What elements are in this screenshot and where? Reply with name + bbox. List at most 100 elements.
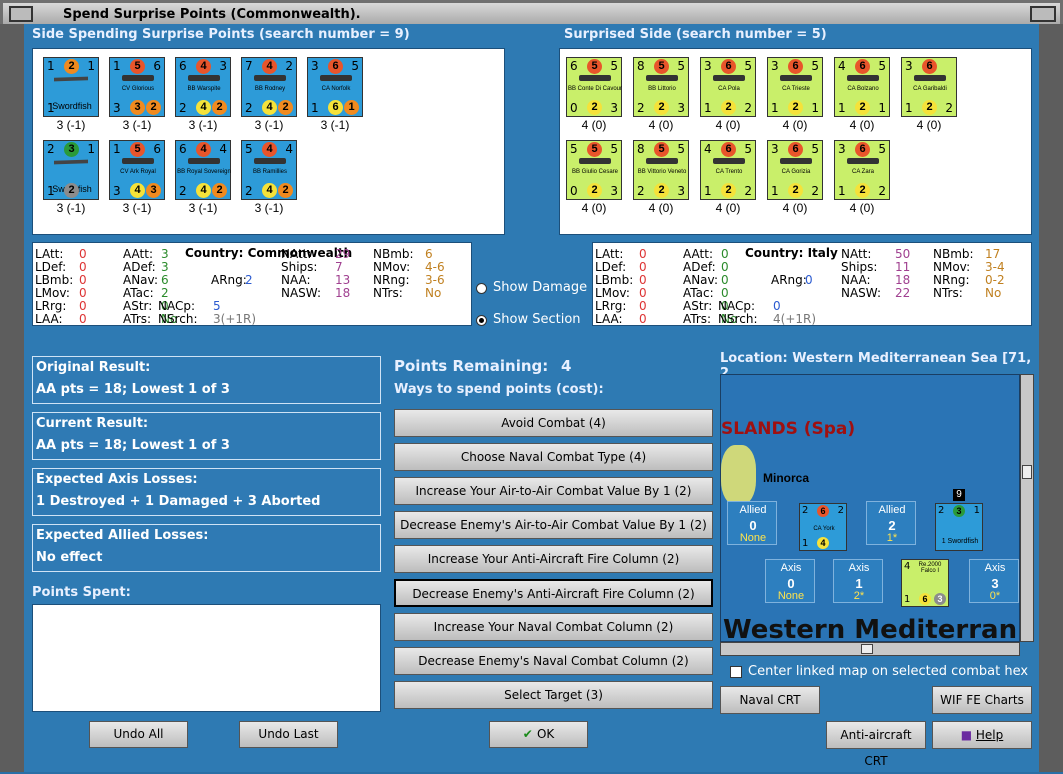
show-section-label: Show Section xyxy=(493,312,581,327)
stat-label: NMov: xyxy=(373,260,411,274)
right_panel-unit[interactable]: 4 6 5 CA Bolzano 1 2 1 xyxy=(834,57,890,117)
left_panel-unit[interactable]: 1 5 6 CV Ark Royal 3 4 3 xyxy=(109,140,165,200)
spend-option-button[interactable]: Decrease Enemy's Naval Combat Column (2) xyxy=(394,647,713,675)
map-unit-re2000[interactable]: 4 Re.2000 Falco I 1 6 3 xyxy=(901,559,949,607)
unit-br: 3 xyxy=(610,101,618,115)
unit-attack: 6 xyxy=(570,59,578,73)
right_panel-unit[interactable]: 3 6 5 CA Zara 1 2 2 xyxy=(834,140,890,200)
stat-label: LDef: xyxy=(595,260,627,274)
stat-value: 0 xyxy=(721,286,729,300)
stat-label: NASW: xyxy=(841,286,882,300)
spend-option-button[interactable]: Select Target (3) xyxy=(394,681,713,709)
stack-count-badge: 9 xyxy=(953,489,965,501)
ok-button[interactable]: ✔ OK xyxy=(489,721,588,748)
unit-bm-circle: 4 xyxy=(130,183,145,198)
right_panel-unit[interactable]: 5 5 5 BB Giulio Cesare 0 2 3 xyxy=(566,140,622,200)
axis-hex-1[interactable]: Axis 0 None xyxy=(765,559,815,603)
right_panel-unit[interactable]: 3 6 5 CA Pola 1 2 2 xyxy=(700,57,756,117)
spend-option-button[interactable]: Choose Naval Combat Type (4) xyxy=(394,443,713,471)
left_panel-unit[interactable]: 1 2 1 Swordfish 1 xyxy=(43,57,99,117)
stat-value: No xyxy=(985,286,1002,300)
fe-charts-button[interactable]: WIF FE Charts xyxy=(932,686,1032,714)
show-damage-radio[interactable] xyxy=(476,283,487,294)
right_panel-unit[interactable]: 4 6 5 CA Trento 1 2 2 xyxy=(700,140,756,200)
right_panel-unit[interactable]: 8 5 5 BB Vittorio Veneto 2 2 3 xyxy=(633,140,689,200)
unit-speed: 5 xyxy=(351,59,359,73)
right_panel-unit[interactable]: 8 5 5 BB Littorio 2 2 3 xyxy=(633,57,689,117)
unit-name: CA Pola xyxy=(718,86,740,92)
left_panel-unit[interactable]: 7 4 2 BB Rodney 2 4 2 xyxy=(241,57,297,117)
unit-bl: 0 xyxy=(570,184,578,198)
left_panel-unit[interactable]: 6 4 4 BB Royal Sovereign 2 4 2 xyxy=(175,140,231,200)
result-value: AA pts = 18; Lowest 1 of 3 xyxy=(36,438,230,453)
undo-last-button[interactable]: Undo Last xyxy=(239,721,338,748)
hex-label: Axis xyxy=(984,562,1006,574)
unit-speed: 2 xyxy=(285,59,293,73)
axis-hex-3[interactable]: Axis 3 0* xyxy=(969,559,1019,603)
stat-value: 0 xyxy=(639,260,647,274)
left_panel-unit[interactable]: 5 4 4 BB Ramillies 2 4 2 xyxy=(241,140,297,200)
u-tl: 4 xyxy=(904,561,911,572)
left_panel-unit[interactable]: 6 4 3 BB Warspite 2 4 2 xyxy=(175,57,231,117)
spend-option-button[interactable]: Increase Your Air-to-Air Combat Value By… xyxy=(394,477,713,505)
help-button[interactable]: ■ Help xyxy=(932,721,1032,749)
unit-bm-circle: 4 xyxy=(262,183,277,198)
allied-hex-2[interactable]: Allied 2 1* xyxy=(866,501,916,545)
allied-hex-1[interactable]: Allied 0 None xyxy=(727,501,777,545)
right_panel-unit[interactable]: 3 6 CA Garibaldi 1 2 2 xyxy=(901,57,957,117)
spend-option-button[interactable]: Increase Your Anti-Aircraft Fire Column … xyxy=(394,545,713,573)
spend-option-button[interactable]: Avoid Combat (4) xyxy=(394,409,713,437)
naval-crt-button[interactable]: Naval CRT xyxy=(720,686,820,714)
combat-map[interactable]: SLANDS (Spa) Minorca Western Mediterran … xyxy=(720,374,1020,642)
points-spent-list[interactable] xyxy=(32,604,381,712)
ship-icon xyxy=(320,75,352,81)
axis-hex-2[interactable]: Axis 1 2* xyxy=(833,559,883,603)
undo-all-button[interactable]: Undo All xyxy=(89,721,188,748)
map-vertical-scrollbar[interactable] xyxy=(1020,374,1034,642)
ok-label: OK xyxy=(536,727,555,741)
left_panel-unit[interactable]: 3 6 5 CA Norfolk 1 6 1 xyxy=(307,57,363,117)
unit-bl: 1 xyxy=(47,184,55,198)
center-map-checkbox[interactable] xyxy=(730,666,742,678)
unit-value-circle: 5 xyxy=(654,142,669,157)
system-menu-icon[interactable] xyxy=(9,6,33,22)
spend-option-button[interactable]: Decrease Enemy's Air-to-Air Combat Value… xyxy=(394,511,713,539)
unit-name: CV Ark Royal xyxy=(120,169,156,175)
close-icon[interactable] xyxy=(1030,6,1056,22)
unit-name: CA Bolzano xyxy=(847,86,879,92)
stat-label: NRng: xyxy=(933,273,970,287)
unit-value-circle: 5 xyxy=(130,59,145,74)
left_panel-unit[interactable]: 231Swordfish12 xyxy=(43,140,99,200)
stat-label: NAtt: xyxy=(841,247,872,261)
stat-label: ADef: xyxy=(123,260,156,274)
show-section-radio[interactable] xyxy=(476,315,487,326)
unit-bl: 1 xyxy=(771,184,779,198)
ship-icon xyxy=(847,158,879,164)
stat-label: LMov: xyxy=(35,286,70,300)
scroll-thumb[interactable] xyxy=(861,644,873,654)
result-title: Current Result: xyxy=(36,416,149,431)
map-unit-ca-york[interactable]: 2 6 2 CA York 1 4 xyxy=(799,503,847,551)
unit-caption: 3 (-1) xyxy=(122,118,152,132)
unit-bm-circle: 6 xyxy=(328,100,343,115)
aa-crt-button[interactable]: Anti-aircraft CRT xyxy=(826,721,926,768)
left_panel-unit[interactable]: 1 5 6 CV Glorious 3 3 2 xyxy=(109,57,165,117)
spend-option-button[interactable]: Increase Your Naval Combat Column (2) xyxy=(394,613,713,641)
unit-br-circle: 2 xyxy=(278,100,293,115)
stat-label: LAtt: xyxy=(35,247,64,261)
ship-icon xyxy=(780,158,812,164)
hex-sub: 1* xyxy=(886,532,898,544)
map-unit-swordfish[interactable]: 2 3 1 1 Swordfish xyxy=(935,503,983,551)
unit-name: BB Royal Sovereign xyxy=(177,169,231,175)
unit-speed: 5 xyxy=(744,142,752,156)
stat-label: ADef: xyxy=(683,260,716,274)
unit-br: 3 xyxy=(610,184,618,198)
scroll-thumb[interactable] xyxy=(1022,465,1032,479)
right_panel-unit[interactable]: 3 6 5 CA Gorizia 1 2 2 xyxy=(767,140,823,200)
right_panel-unit[interactable]: 3 6 5 CA Trieste 1 2 1 xyxy=(767,57,823,117)
right_panel-unit[interactable]: 6 5 5 BB Conte Di Cavour 0 2 3 xyxy=(566,57,622,117)
unit-value-circle: 6 xyxy=(721,142,736,157)
left-panel-heading: Side Spending Surprise Points (search nu… xyxy=(32,27,410,42)
spend-option-button[interactable]: Decrease Enemy's Anti-Aircraft Fire Colu… xyxy=(394,579,713,607)
map-horizontal-scrollbar[interactable] xyxy=(720,642,1020,656)
